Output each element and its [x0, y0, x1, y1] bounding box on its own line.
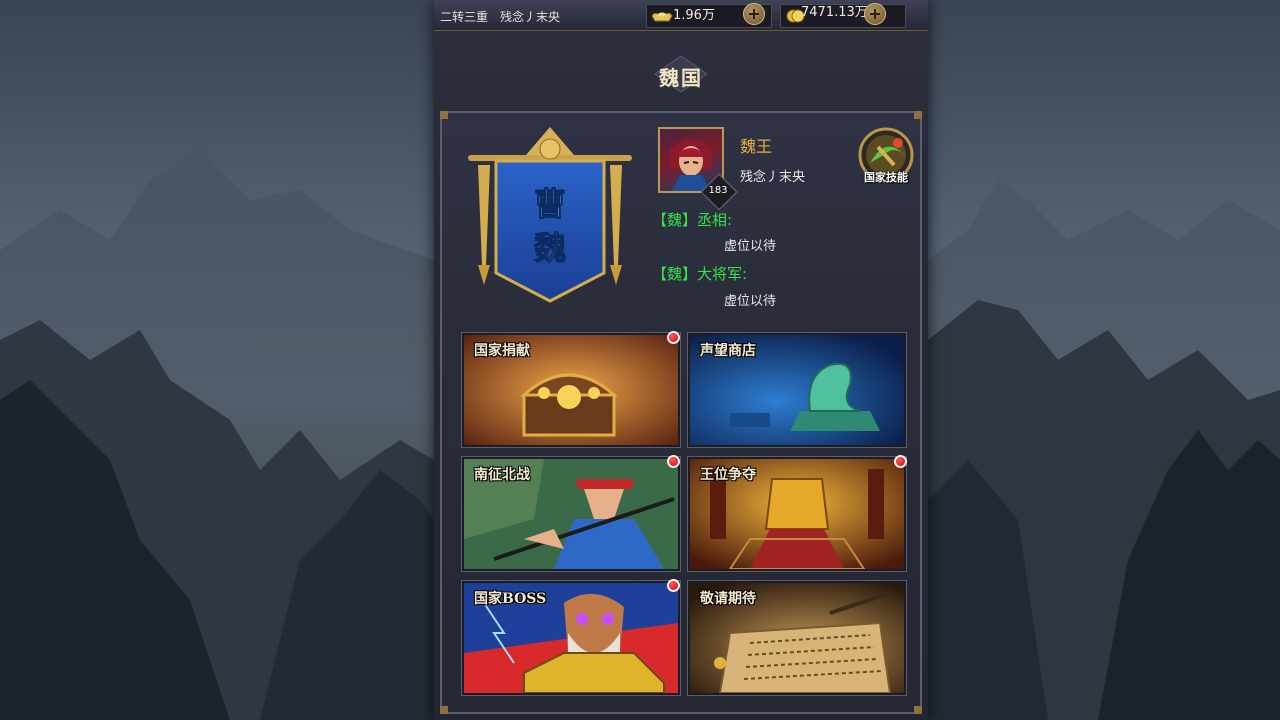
card-label: 南征北战 [474, 467, 530, 483]
banner-text-bottom: 魏 [534, 229, 566, 267]
kingdom-frame: 曹 魏 183 魏王 残念丿末央 国家技能 【魏】丞相: 虚位以待 【魏】大将军… [440, 111, 922, 714]
add-gold-button[interactable] [864, 3, 886, 25]
king-title: 魏王 [740, 137, 773, 156]
card-throne-contest[interactable]: 王位争夺 [687, 456, 907, 572]
card-prestige-shop[interactable]: 声望商店 [687, 332, 907, 448]
king-name: 残念丿末央 [740, 170, 806, 185]
gold-counter: 7471.13万 [780, 4, 906, 28]
card-southern-northern-campaign[interactable]: 南征北战 [461, 456, 681, 572]
notification-dot [894, 455, 907, 468]
silver-amount: 1.96万 [673, 8, 715, 23]
background-scenery-left [0, 0, 434, 720]
card-label: 王位争夺 [700, 467, 756, 483]
card-label: 国家BOSS [474, 591, 547, 607]
notification-dot [667, 579, 680, 592]
chancellor-title: 【魏】丞相: [652, 211, 733, 229]
card-national-donation[interactable]: 国家捐献 [461, 332, 681, 448]
silver-ingot-icon [651, 12, 673, 22]
gold-amount: 7471.13万 [801, 5, 868, 20]
player-rank: 二转三重 [440, 10, 489, 24]
general-title: 【魏】大将军: [652, 265, 748, 283]
player-name: 残念丿末央 [500, 10, 561, 24]
kingdom-banner-icon: 曹 魏 [468, 127, 632, 303]
card-coming-soon[interactable]: 敬请期待 [687, 580, 907, 696]
general-vacant: 虚位以待 [724, 294, 777, 309]
king-level: 183 [708, 185, 728, 196]
add-silver-button[interactable] [743, 3, 765, 25]
notification-dot [667, 455, 680, 468]
card-label: 敬请期待 [700, 591, 756, 607]
card-label: 国家捐献 [474, 343, 530, 359]
notification-dot [667, 331, 680, 344]
page-header: 魏国 [434, 50, 928, 98]
chancellor-vacant: 虚位以待 [724, 239, 777, 254]
status-bar: 二转三重 残念丿末央 1.96万 7471.13万 [434, 0, 928, 31]
kingdom-panel: 二转三重 残念丿末央 1.96万 7471.13万 魏国 曹 魏 183 魏王 … [434, 0, 928, 720]
banner-text-top: 曹 [534, 185, 566, 223]
kingdom-skill-label: 国家技能 [864, 171, 908, 184]
background-scenery-right [928, 0, 1280, 720]
card-label: 声望商店 [700, 343, 756, 359]
page-title: 魏国 [659, 66, 703, 90]
card-national-boss[interactable]: 国家BOSS [461, 580, 681, 696]
